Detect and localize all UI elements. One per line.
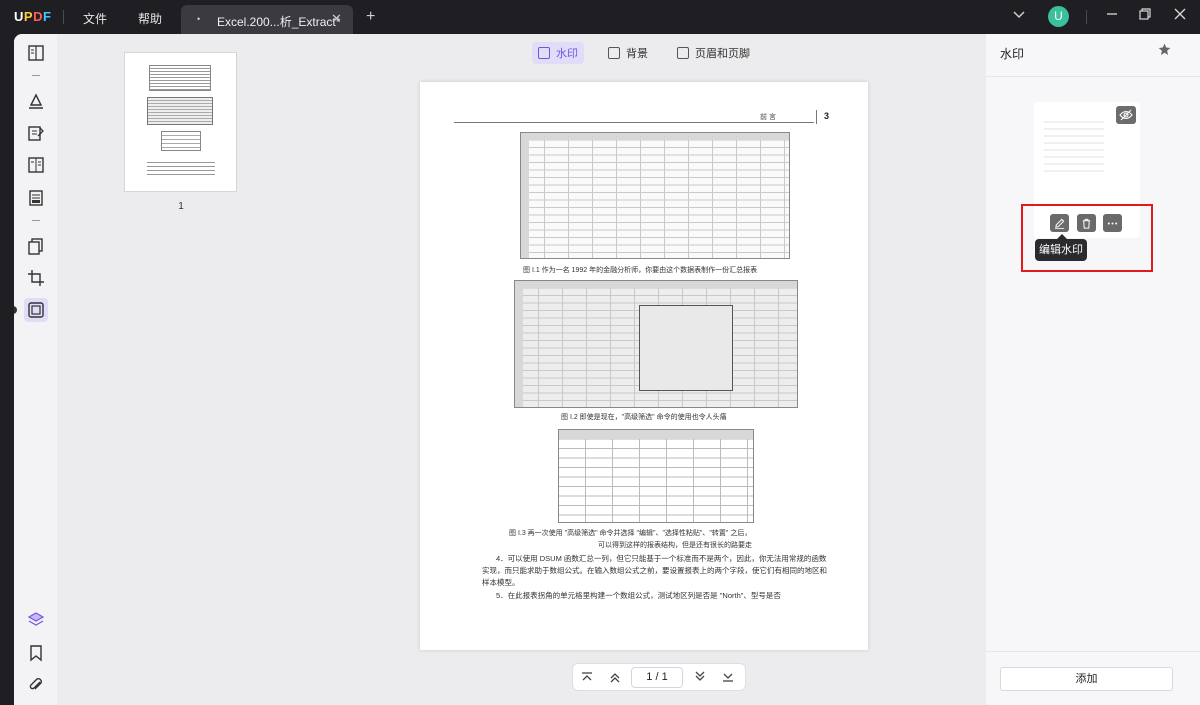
panel-title: 水印 xyxy=(1000,47,1025,61)
body-paragraph: 5．在此报表拐角的单元格里构建一个数组公式，测试地区列是否是 "North"、型… xyxy=(496,591,781,600)
divider xyxy=(32,220,40,221)
first-page-icon[interactable] xyxy=(581,671,593,686)
attachment-icon[interactable] xyxy=(26,675,46,695)
updf-logo: UPDF xyxy=(14,9,52,24)
page-number-label: 1 xyxy=(178,201,184,212)
organize-pages-icon[interactable] xyxy=(26,236,46,256)
divider xyxy=(986,76,1200,77)
pdf-page[interactable]: 前 言 3 图 I.1 作为一名 1992 年的金融分析师，你要由这个数据表制作… xyxy=(420,82,868,650)
page-layout-icon[interactable] xyxy=(26,155,46,175)
main-view: 水印 背景 页眉和页脚 前 言 3 图 I.1 作为一名 1992 年的金融分析… xyxy=(302,34,986,705)
app-window: 1 水印 背景 页眉和页脚 前 言 3 图 I.1 作为一名 1992 年的金融… xyxy=(14,34,1200,705)
star-icon[interactable] xyxy=(1158,43,1171,59)
page-number-input[interactable]: 1 / 1 xyxy=(631,667,683,688)
tab-background[interactable]: 背景 xyxy=(602,42,654,64)
bookmark-icon[interactable] xyxy=(26,643,46,663)
edit-pdf-icon[interactable] xyxy=(26,123,46,143)
watermark-panel: 水印 编辑水印 添加 xyxy=(986,34,1200,705)
user-avatar[interactable]: U xyxy=(1048,6,1069,27)
header-rule xyxy=(454,122,814,123)
background-icon xyxy=(608,47,620,59)
eye-off-icon[interactable] xyxy=(1116,106,1136,124)
previous-page-icon[interactable] xyxy=(609,671,621,686)
advanced-filter-dialog xyxy=(639,305,733,391)
watermark-preview xyxy=(1044,116,1104,176)
panel-toggle-handle[interactable] xyxy=(14,306,17,314)
comment-icon[interactable] xyxy=(26,91,46,111)
figure-spreadsheet-2 xyxy=(514,280,798,408)
page-header-number: 3 xyxy=(824,111,830,121)
tab-title: Excel.200...析_Extract* xyxy=(217,15,341,29)
body-paragraph: 4．可以使用 DSUM 函数汇总一列，但它只能基于一个标准而不是两个，因此，你无… xyxy=(482,554,827,587)
document-tab[interactable]: • Excel.200...析_Extract* ✕ xyxy=(181,5,353,34)
figure-caption: 图 I.3 再一次使用 "高级筛选" 命令并选择 "编辑"、"选择性粘贴"、"转… xyxy=(509,530,752,537)
close-window-button[interactable] xyxy=(1174,8,1186,23)
add-watermark-button[interactable]: 添加 xyxy=(1000,667,1173,691)
page-navigator: 1 / 1 xyxy=(572,663,746,691)
page-header-label: 前 言 xyxy=(760,114,776,121)
figure-caption: 图 I.1 作为一名 1992 年的金融分析师，你要由这个数据表制作一份汇总报表 xyxy=(523,267,758,274)
crop-pages-icon[interactable] xyxy=(26,268,46,288)
unsaved-dot-icon: • xyxy=(197,14,201,24)
reader-icon[interactable] xyxy=(26,43,46,63)
figure-spreadsheet-3 xyxy=(558,429,754,523)
new-tab-button[interactable]: + xyxy=(366,8,375,26)
thumb-table xyxy=(149,65,211,91)
minimize-button[interactable] xyxy=(1106,8,1118,23)
highlight-annotation-box xyxy=(1021,204,1153,272)
thumb-text xyxy=(147,159,215,177)
thumb-table xyxy=(147,97,213,125)
last-page-icon[interactable] xyxy=(722,671,734,686)
title-bar: UPDF 文件 帮助 • Excel.200...析_Extract* ✕ + … xyxy=(0,0,1200,34)
left-toolbar xyxy=(14,34,57,705)
menu-file[interactable]: 文件 xyxy=(83,10,107,27)
next-page-icon[interactable] xyxy=(694,671,706,686)
divider xyxy=(986,651,1200,652)
close-tab-icon[interactable]: ✕ xyxy=(331,11,342,27)
header-footer-icon xyxy=(677,47,689,59)
thumbnail-panel: 1 xyxy=(57,34,302,705)
thumb-table xyxy=(161,131,201,151)
chevron-down-icon[interactable] xyxy=(1013,8,1025,22)
figure-spreadsheet-1 xyxy=(520,132,790,259)
figure-caption: 可以得到这样的报表结构，但是还有很长的路要走 xyxy=(598,542,752,549)
page-tools-icon[interactable] xyxy=(24,298,48,322)
menu-help[interactable]: 帮助 xyxy=(138,10,162,27)
divider xyxy=(1086,10,1087,24)
form-icon[interactable] xyxy=(26,188,46,208)
header-divider xyxy=(816,110,817,124)
restore-button[interactable] xyxy=(1139,8,1151,23)
divider xyxy=(63,10,64,24)
page-thumbnail[interactable] xyxy=(124,52,237,192)
divider xyxy=(32,75,40,76)
figure-caption: 图 I.2 即使是现在，"高级筛选" 命令的使用也令人头痛 xyxy=(561,414,727,421)
layers-icon[interactable] xyxy=(26,610,46,630)
tab-watermark[interactable]: 水印 xyxy=(532,42,584,64)
tab-header-footer[interactable]: 页眉和页脚 xyxy=(671,42,756,64)
watermark-icon xyxy=(538,47,550,59)
